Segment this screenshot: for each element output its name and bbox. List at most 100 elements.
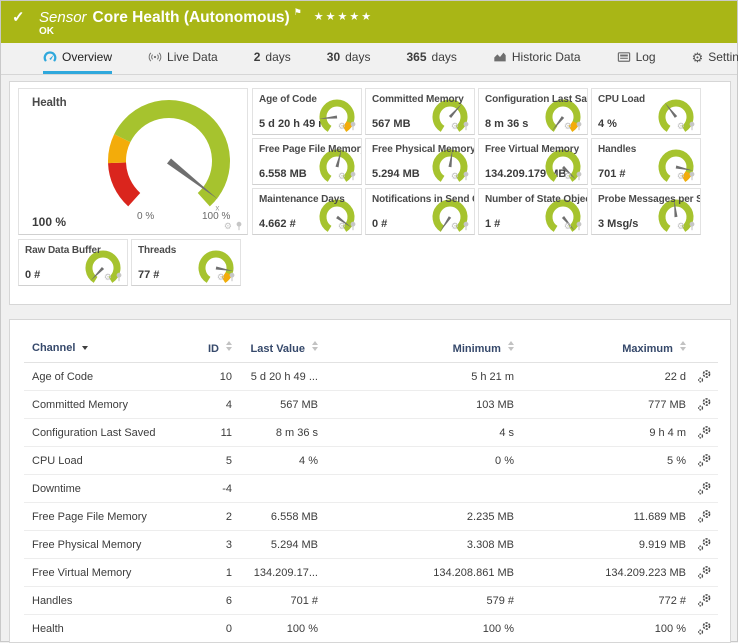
pin-icon[interactable] [462, 171, 470, 181]
gauge-card-committed-memory: Committed Memory567 MB⚙ [365, 88, 475, 135]
tab-label: Historic Data [512, 50, 581, 64]
gauge-card-free-virtual-memory: Free Virtual Memory134.209.179 MB⚙ [478, 138, 588, 185]
channel-id: 5 [192, 447, 232, 475]
channel-row-health: Health0100 %100 %100 % [24, 615, 718, 643]
gauge-title: Free Physical Memory [366, 139, 474, 155]
tab-number: 2 [254, 50, 261, 64]
channel-settings-icon[interactable] [686, 391, 718, 419]
gear-icon[interactable]: ⚙ [564, 172, 572, 181]
sort-icon[interactable] [508, 341, 514, 351]
channel-settings-icon[interactable] [686, 363, 718, 391]
gauge-title: Health [19, 89, 247, 109]
gear-icon[interactable]: ⚙ [224, 222, 232, 231]
sensor-title: Core Health (Autonomous) [93, 9, 290, 26]
pin-icon[interactable] [349, 171, 357, 181]
sort-icon[interactable] [312, 341, 318, 351]
channel-id: 1 [192, 559, 232, 587]
gauge-title: Handles [592, 139, 700, 155]
col-header-channel[interactable]: Channel [24, 336, 192, 363]
sensor-title-line: SensorCore Health (Autonomous)⚑★★★★★ [39, 7, 373, 27]
pin-icon[interactable] [688, 221, 696, 231]
tab-365-days[interactable]: 365days [406, 43, 456, 74]
pin-icon[interactable] [115, 272, 123, 282]
col-header-minimum[interactable]: Minimum [318, 336, 514, 363]
tab-bar: Overview Live Data 2days 30days 365days Histo… [1, 43, 737, 75]
channel-settings-icon[interactable] [686, 531, 718, 559]
gear-icon[interactable]: ⚙ [564, 122, 572, 131]
priority-stars[interactable]: ★★★★★ [314, 11, 373, 23]
sensor-status-badge: OK [39, 26, 54, 37]
pin-icon[interactable] [228, 272, 236, 282]
channel-last-value: 100 % [232, 615, 318, 643]
gauge-card-probe-messages-per-second: Probe Messages per Second3 Msg/s⚙ [591, 188, 701, 235]
tab-2-days[interactable]: 2days [254, 43, 291, 74]
tab-30-days[interactable]: 30days [327, 43, 371, 74]
pin-icon[interactable] [349, 221, 357, 231]
pin-icon[interactable] [575, 221, 583, 231]
gauge-card-actions: ⚙ [677, 121, 696, 131]
pin-icon[interactable] [575, 171, 583, 181]
tab-live-data[interactable]: Live Data [148, 43, 218, 74]
channel-last-value: 567 MB [232, 391, 318, 419]
pin-icon[interactable] [688, 121, 696, 131]
channel-settings-icon[interactable] [686, 475, 718, 503]
channel-settings-icon[interactable] [686, 419, 718, 447]
channel-maximum: 9.919 MB [514, 531, 686, 559]
channel-last-value: 6.558 MB [232, 503, 318, 531]
channel-settings-icon[interactable] [686, 587, 718, 615]
gauge-title: Free Virtual Memory [479, 139, 587, 155]
gear-icon[interactable]: ⚙ [338, 122, 346, 131]
channel-last-value: 5.294 MB [232, 531, 318, 559]
gauge-card-notifications-in-send-queue: Notifications in Send Queue0 #⚙ [365, 188, 475, 235]
tab-settings[interactable]: ⚙Settings [692, 43, 738, 74]
tab-log[interactable]: Log [617, 43, 656, 74]
channel-settings-icon[interactable] [686, 615, 718, 643]
gauge-card-actions: ⚙ [338, 171, 357, 181]
channel-settings-icon[interactable] [686, 447, 718, 475]
channel-name: Configuration Last Saved [24, 419, 192, 447]
gauge-title: Threads [132, 240, 240, 256]
sort-icon[interactable] [680, 341, 686, 351]
pin-icon[interactable] [462, 221, 470, 231]
pin-icon[interactable] [688, 171, 696, 181]
col-header-id[interactable]: ID [192, 336, 232, 363]
channel-last-value [232, 475, 318, 503]
gear-icon[interactable]: ⚙ [338, 222, 346, 231]
flag-icon[interactable]: ⚑ [294, 7, 302, 17]
gear-icon[interactable]: ⚙ [217, 273, 225, 282]
tab-label: Settings [708, 50, 738, 64]
gauge-card-actions: ⚙ [564, 121, 583, 131]
gear-icon[interactable]: ⚙ [451, 222, 459, 231]
pin-icon[interactable] [235, 221, 243, 231]
gauge-title: Raw Data Buffer [19, 240, 127, 256]
gear-icon[interactable]: ⚙ [451, 122, 459, 131]
gear-icon[interactable]: ⚙ [104, 273, 112, 282]
channel-settings-icon[interactable] [686, 503, 718, 531]
gauge-scale-min: 0 % [137, 211, 154, 222]
channel-maximum [514, 475, 686, 503]
gauge-card-actions: ⚙ [677, 221, 696, 231]
gear-icon[interactable]: ⚙ [451, 172, 459, 181]
gauge-title: Number of State Objects [479, 189, 587, 205]
gauge-card-actions: ⚙ [451, 221, 470, 231]
gauge-card-free-page-file-memory: Free Page File Memory6.558 MB⚙ [252, 138, 362, 185]
gear-icon[interactable]: ⚙ [677, 222, 685, 231]
gear-icon[interactable]: ⚙ [677, 122, 685, 131]
channel-row-committed-memory: Committed Memory4567 MB103 MB777 MB [24, 391, 718, 419]
gauge-card-actions: ⚙ [224, 221, 243, 231]
gear-icon[interactable]: ⚙ [677, 172, 685, 181]
gear-icon[interactable]: ⚙ [338, 172, 346, 181]
col-header-last-value[interactable]: Last Value [232, 336, 318, 363]
pin-icon[interactable] [462, 121, 470, 131]
tab-overview[interactable]: Overview [43, 43, 112, 74]
sort-icon[interactable] [226, 341, 232, 351]
tab-historic-data[interactable]: Historic Data [493, 43, 581, 74]
pin-icon[interactable] [575, 121, 583, 131]
col-header-maximum[interactable]: Maximum [514, 336, 686, 363]
pin-icon[interactable] [349, 121, 357, 131]
gear-icon[interactable]: ⚙ [564, 222, 572, 231]
gauge-icon [43, 50, 57, 64]
sort-desc-icon[interactable] [82, 346, 88, 350]
channel-settings-icon[interactable] [686, 559, 718, 587]
channel-row-handles: Handles6701 #579 #772 # [24, 587, 718, 615]
